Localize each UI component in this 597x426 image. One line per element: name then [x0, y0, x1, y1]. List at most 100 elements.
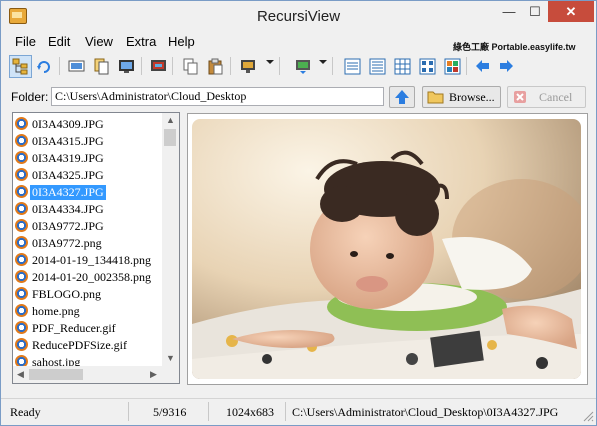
image-file-icon — [15, 253, 28, 266]
scroll-left-icon[interactable]: ◀ — [17, 369, 24, 380]
vertical-scroll-thumb[interactable] — [164, 129, 176, 146]
scroll-right-icon[interactable]: ▶ — [150, 369, 157, 380]
image-file-icon — [15, 219, 28, 232]
slideshow-icon[interactable] — [65, 55, 88, 78]
image-file-icon — [15, 134, 28, 147]
file-name: 0I3A4309.JPG — [32, 117, 104, 131]
image-file-icon — [15, 338, 28, 351]
image-preview — [187, 113, 588, 385]
up-arrow-icon — [395, 90, 409, 104]
folder-icon — [427, 91, 444, 104]
resize-grip-icon[interactable] — [582, 410, 594, 422]
view-icons-icon[interactable] — [441, 55, 464, 78]
menu-edit[interactable]: Edit — [48, 34, 70, 49]
title-bar[interactable]: RecursiView — ☐ ✕ — [1, 1, 596, 31]
watermark-text: 綠色工廠 Portable.easylife.tw — [453, 42, 576, 52]
set-wallpaper-icon[interactable] — [292, 55, 315, 78]
file-list-item[interactable]: 0I3A9772.JPG — [13, 218, 163, 235]
browse-button[interactable]: Browse... — [422, 86, 501, 108]
image-file-icon — [15, 236, 28, 249]
vertical-scrollbar[interactable]: ▲ ▼ — [162, 113, 179, 366]
image-file-icon — [15, 185, 28, 198]
file-list-item[interactable]: home.png — [13, 303, 163, 320]
paste-icon[interactable] — [204, 55, 227, 78]
file-list-item[interactable]: 0I3A9772.png — [13, 235, 163, 252]
browse-label: Browse... — [449, 90, 495, 104]
file-list[interactable]: 0I3A4309.JPG 0I3A4315.JPG 0I3A4319.JPG 0I3A… — [12, 112, 180, 384]
image-file-icon — [15, 321, 28, 334]
refresh-icon[interactable] — [33, 55, 56, 78]
toolbar — [4, 53, 592, 81]
status-bar: Ready 5/9316 1024x683 C:\Users\Administr… — [1, 398, 596, 424]
cancel-label: Cancel — [539, 90, 573, 104]
preview-photo — [192, 119, 581, 379]
view-thumbs-icon[interactable] — [416, 55, 439, 78]
horizontal-scrollbar[interactable]: ◀ ▶ — [13, 366, 162, 383]
app-window: RecursiView — ☐ ✕ File Edit View Extra H… — [0, 0, 597, 426]
back-arrow-icon[interactable] — [471, 55, 494, 78]
wallpaper-dropdown-icon[interactable] — [266, 60, 274, 64]
file-list-item[interactable]: PDF_Reducer.gif — [13, 320, 163, 337]
maximize-button[interactable]: ☐ — [522, 1, 548, 22]
close-button[interactable]: ✕ — [548, 1, 594, 22]
forward-arrow-icon[interactable] — [495, 55, 518, 78]
file-name: 0I3A9772.JPG — [32, 219, 104, 233]
file-name: PDF_Reducer.gif — [32, 321, 116, 335]
menu-file[interactable]: File — [15, 34, 36, 49]
wallpaper-icon[interactable] — [237, 55, 260, 78]
file-name: ReducePDFSize.gif — [32, 338, 127, 352]
view-list-icon[interactable] — [341, 55, 364, 78]
menu-view[interactable]: View — [85, 34, 113, 49]
status-state: Ready — [10, 405, 41, 419]
minimize-button[interactable]: — — [496, 1, 522, 22]
cancel-button[interactable]: Cancel — [507, 86, 586, 108]
file-list-item[interactable]: 0I3A4319.JPG — [13, 150, 163, 167]
image-file-icon — [15, 117, 28, 130]
file-name: 0I3A9772.png — [32, 236, 102, 250]
display-icon[interactable] — [147, 55, 170, 78]
folder-row: Folder: C:\Users\Administrator\Cloud_Des… — [1, 86, 596, 108]
copy-file-icon[interactable] — [90, 55, 113, 78]
file-list-item[interactable]: FBLOGO.png — [13, 286, 163, 303]
file-name: FBLOGO.png — [32, 287, 102, 301]
file-name: 0I3A4334.JPG — [32, 202, 104, 216]
file-name: home.png — [32, 304, 80, 318]
file-list-item[interactable]: 0I3A4309.JPG — [13, 116, 163, 133]
file-list-item[interactable]: 2014-01-19_134418.png — [13, 252, 163, 269]
status-filepath: C:\Users\Administrator\Cloud_Desktop\0I3… — [292, 405, 559, 419]
scroll-up-icon[interactable]: ▲ — [166, 115, 175, 125]
image-file-icon — [15, 287, 28, 300]
file-list-item[interactable]: 2014-01-20_002358.png — [13, 269, 163, 286]
file-name: 0I3A4325.JPG — [32, 168, 104, 182]
cancel-icon — [514, 91, 526, 103]
folder-path-input[interactable]: C:\Users\Administrator\Cloud_Desktop — [51, 87, 384, 106]
file-name: 2014-01-20_002358.png — [32, 270, 151, 284]
file-name: 0I3A4327.JPG — [30, 185, 106, 200]
up-folder-button[interactable] — [389, 86, 415, 108]
tree-view-icon[interactable] — [9, 55, 32, 78]
view-grid-icon[interactable] — [391, 55, 414, 78]
set-wallpaper-dropdown-icon[interactable] — [319, 60, 327, 64]
file-list-item[interactable]: 0I3A4327.JPG — [13, 184, 163, 201]
file-name: 0I3A4319.JPG — [32, 151, 104, 165]
menu-help[interactable]: Help — [168, 34, 195, 49]
file-list-item[interactable]: 0I3A4334.JPG — [13, 201, 163, 218]
folder-label: Folder: — [11, 90, 49, 104]
screen-icon[interactable] — [115, 55, 138, 78]
image-file-icon — [15, 202, 28, 215]
scroll-down-icon[interactable]: ▼ — [166, 353, 175, 363]
image-file-icon — [15, 168, 28, 181]
view-details-icon[interactable] — [366, 55, 389, 78]
image-file-icon — [15, 304, 28, 317]
horizontal-scroll-thumb[interactable] — [29, 369, 83, 380]
status-position: 5/9316 — [153, 405, 187, 419]
file-list-item[interactable]: ReducePDFSize.gif — [13, 337, 163, 354]
file-list-item[interactable]: 0I3A4315.JPG — [13, 133, 163, 150]
file-name: 0I3A4315.JPG — [32, 134, 104, 148]
file-name: 2014-01-19_134418.png — [32, 253, 151, 267]
copy-icon[interactable] — [179, 55, 202, 78]
status-dimensions: 1024x683 — [226, 405, 274, 419]
file-list-item[interactable]: 0I3A4325.JPG — [13, 167, 163, 184]
image-file-icon — [15, 270, 28, 283]
menu-extra[interactable]: Extra — [126, 34, 156, 49]
